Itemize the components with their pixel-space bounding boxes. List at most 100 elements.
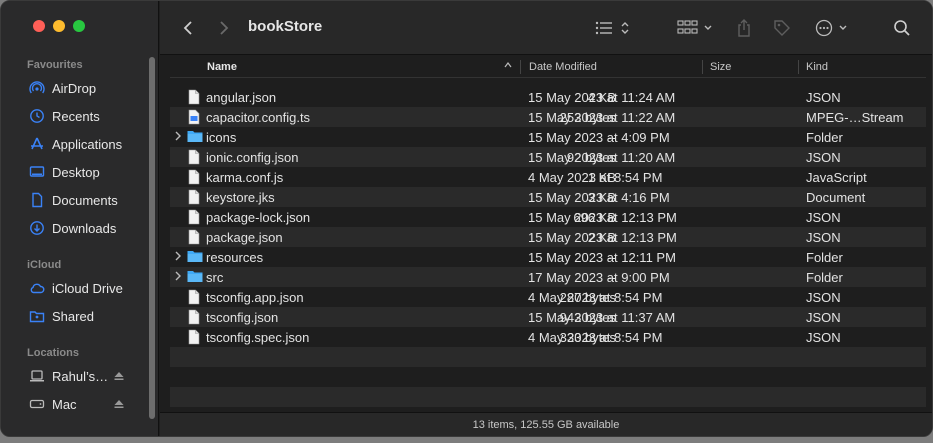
file-size: -- [607,250,616,265]
disclosure-chevron-icon[interactable] [174,130,184,144]
column-header-size[interactable]: Size [710,61,731,73]
sidebar-item-airdrop[interactable]: AirDrop [29,77,155,99]
eject-icon[interactable] [113,370,125,382]
file-date: 15 May 2023 at 4:09 PM [528,130,670,145]
typescript-file-icon [187,109,201,125]
file-name: resources [206,250,264,265]
sidebar-item-rahul[interactable]: Rahul’s… [29,365,155,387]
sidebar: Favourites AirDrop Recents Applications … [1,1,159,436]
airdrop-icon [29,80,45,96]
column-header-name[interactable]: Name [207,61,237,73]
table-row[interactable]: icons 15 May 2023 at 4:09 PM -- Folder [170,127,926,147]
tags-button[interactable] [770,16,794,40]
file-size: 333 bytes [559,330,616,345]
sidebar-item-recents[interactable]: Recents [29,105,155,127]
sidebar-item-label: Shared [52,308,94,324]
desktop-background [0,437,933,443]
file-icon [187,289,201,305]
sidebar-item-label: Mac [52,396,77,412]
forward-button[interactable] [212,16,236,40]
cloud-icon [29,280,45,296]
file-kind: JavaScript [806,170,867,185]
sidebar-item-label: Applications [52,136,123,152]
table-row[interactable]: angular.json 15 May 2023 at 11:24 AM 4 KB J… [170,87,926,107]
column-headers: Name Date Modified Size Kind [170,56,926,78]
group-button[interactable] [676,16,716,40]
sidebar-scrollbar[interactable] [149,57,155,419]
empty-row [170,347,926,367]
more-actions-button[interactable] [814,16,854,40]
sidebar-item-icloud-drive[interactable]: iCloud Drive [29,277,155,299]
file-icon [187,169,201,185]
zoom-window-button[interactable] [73,20,85,32]
empty-row [170,367,926,387]
sidebar-item-applications[interactable]: Applications [29,133,155,155]
sidebar-item-mac[interactable]: Mac [29,393,155,415]
sidebar-item-downloads[interactable]: Downloads [29,217,155,239]
sidebar-section-favourites: Favourites [27,59,83,71]
window-controls [33,20,85,32]
file-name: angular.json [206,90,277,105]
sidebar-item-label: Recents [52,108,100,124]
file-icon [187,329,201,345]
empty-row [170,387,926,407]
disclosure-chevron-icon[interactable] [174,270,184,284]
file-icon [187,209,201,225]
sidebar-item-label: AirDrop [52,80,97,96]
file-kind: JSON [806,90,841,105]
file-size: 943 bytes [559,310,616,325]
sort-ascending-icon[interactable] [503,60,513,73]
file-date: 17 May 2023 at 9:00 PM [528,270,670,285]
list-view-button[interactable] [594,16,634,40]
column-divider[interactable] [520,60,521,74]
chevron-right-icon [220,21,229,35]
back-button[interactable] [176,16,200,40]
file-icon [187,309,201,325]
table-row[interactable]: tsconfig.spec.json 4 May 2023 at 8:54 PM 3… [170,327,926,347]
table-row[interactable]: capacitor.config.ts 15 May 2023 at 11:22 … [170,107,926,127]
minimize-window-button[interactable] [53,20,65,32]
table-row[interactable]: src 17 May 2023 at 9:00 PM -- Folder [170,267,926,287]
file-date: 15 May 2023 at 12:11 PM [528,250,676,265]
table-row[interactable]: tsconfig.json 15 May 2023 at 11:37 AM 943 … [170,307,926,327]
table-row[interactable]: tsconfig.app.json 4 May 2023 at 8:54 PM 28… [170,287,926,307]
table-row[interactable]: package.json 15 May 2023 at 12:13 PM 2 KB J… [170,227,926,247]
sidebar-item-desktop[interactable]: Desktop [29,161,155,183]
table-row[interactable]: keystore.jks 15 May 2023 at 4:16 PM 3 KB Do… [170,187,926,207]
main-pane: bookStore Name Date Modified Size Kind a… [160,1,932,436]
column-divider[interactable] [702,60,703,74]
search-button[interactable] [890,16,914,40]
document-icon [29,192,45,208]
column-header-date[interactable]: Date Modified [529,61,597,73]
shared-folder-icon [29,308,45,324]
file-kind: Document [806,190,866,205]
share-icon [738,19,750,37]
disk-icon [29,396,45,412]
file-size: 4 KB [587,90,616,105]
file-size: 287 bytes [559,290,616,305]
sidebar-item-label: Rahul’s… [52,368,109,384]
table-row[interactable]: package-lock.json 15 May 2023 at 12:13 PM… [170,207,926,227]
toolbar: bookStore [160,1,932,55]
sidebar-item-documents[interactable]: Documents [29,189,155,211]
column-header-kind[interactable]: Kind [806,61,828,73]
sidebar-item-label: Downloads [52,220,117,236]
status-bar: 13 items, 125.55 GB available [160,412,932,436]
table-row[interactable]: resources 15 May 2023 at 12:11 PM -- Folder [170,247,926,267]
sidebar-item-label: iCloud Drive [52,280,123,296]
file-name: tsconfig.spec.json [206,330,310,345]
file-name: tsconfig.json [206,310,279,325]
sidebar-item-shared[interactable]: Shared [29,305,155,327]
table-row[interactable]: karma.conf.js 4 May 2023 at 8:54 PM 1 KB Ja… [170,167,926,187]
disclosure-chevron-icon[interactable] [174,250,184,264]
close-window-button[interactable] [33,20,45,32]
file-kind: Folder [806,270,843,285]
column-divider[interactable] [798,60,799,74]
eject-icon[interactable] [113,398,125,410]
file-icon [187,229,201,245]
share-button[interactable] [732,16,756,40]
file-name: ionic.config.json [206,150,299,165]
tag-icon [774,20,790,36]
file-size: 92 bytes [566,150,616,165]
table-row[interactable]: ionic.config.json 15 May 2023 at 11:20 AM… [170,147,926,167]
